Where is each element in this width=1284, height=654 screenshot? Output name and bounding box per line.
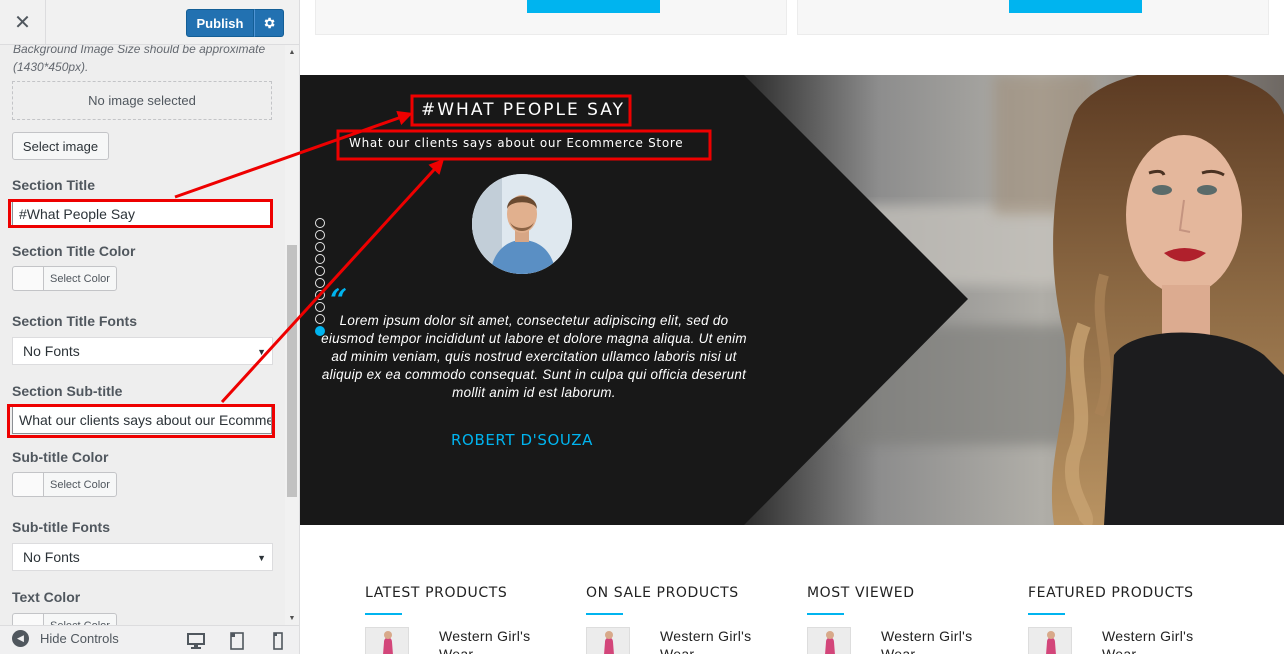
heading-underline [807, 613, 844, 615]
slider-dot[interactable] [315, 230, 325, 240]
section-title-color-label: Section Title Color [12, 243, 136, 259]
heading-underline [586, 613, 623, 615]
list-item[interactable]: Western Girl's Wear [365, 627, 565, 654]
product-name[interactable]: Western Girl's Wear [439, 627, 559, 654]
subtitle-fonts-select[interactable]: No Fonts ▼ [12, 543, 273, 571]
mobile-icon[interactable] [269, 631, 287, 651]
section-title-fonts-label: Section Title Fonts [12, 313, 137, 329]
top-card [797, 0, 1269, 35]
heading-underline [365, 613, 402, 615]
text-color-button[interactable]: Select Color [12, 613, 117, 625]
product-thumbnail[interactable] [586, 627, 630, 654]
gear-icon [264, 17, 275, 29]
slider-dot[interactable] [315, 302, 325, 312]
sidebar-scrollbar[interactable]: ▲ ▼ [285, 45, 299, 625]
sidebar-footer: ◀ Hide Controls [0, 625, 299, 654]
product-column-heading: MOST VIEWED [807, 585, 915, 601]
selected-font: No Fonts [23, 549, 80, 565]
color-swatch [13, 473, 44, 496]
product-thumbnail[interactable] [1028, 627, 1072, 654]
tablet-icon[interactable] [228, 631, 246, 651]
customizer-sidebar: ✕ Publish Background Image Size should b… [0, 0, 300, 654]
product-column-on-sale: ON SALE PRODUCTS Western Girl's Wear [586, 585, 786, 654]
desktop-icon[interactable] [187, 631, 205, 651]
product-name[interactable]: Western Girl's Wear [660, 627, 780, 654]
testimonial-subtitle: What our clients says about our Ecommerc… [349, 136, 684, 150]
color-swatch [13, 614, 44, 625]
publish-button[interactable]: Publish [186, 9, 254, 37]
testimonial-section: #WHAT PEOPLE SAY What our clients says a… [300, 75, 1284, 525]
subtitle-color-button[interactable]: Select Color [12, 472, 117, 497]
image-placeholder: No image selected [12, 81, 272, 120]
text-color-label: Text Color [12, 589, 81, 605]
scroll-up-arrow-icon[interactable]: ▲ [285, 45, 299, 59]
color-swatch [13, 267, 44, 290]
product-column-heading: LATEST PRODUCTS [365, 585, 508, 601]
chevron-down-icon: ▼ [257, 553, 266, 563]
subtitle-color-label: Sub-title Color [12, 449, 109, 465]
select-image-button[interactable]: Select image [12, 132, 109, 160]
close-icon: ✕ [14, 12, 31, 34]
arrow-left-icon: ◀ [12, 630, 29, 647]
section-title-highlight [8, 199, 273, 228]
section-title-label: Section Title [12, 177, 95, 193]
slider-dot[interactable] [315, 278, 325, 288]
background-image-note: Background Image Size should be approxim… [13, 45, 266, 74]
heading-underline [1028, 613, 1065, 615]
section-title-color-button[interactable]: Select Color [12, 266, 117, 291]
publish-settings-button[interactable] [254, 9, 284, 37]
scroll-down-arrow-icon[interactable]: ▼ [285, 611, 299, 625]
avatar-image [472, 174, 572, 274]
select-color-label: Select Color [50, 272, 110, 285]
selected-font: No Fonts [23, 343, 80, 359]
slider-dot[interactable] [315, 290, 325, 300]
subtitle-fonts-label: Sub-title Fonts [12, 519, 110, 535]
chevron-down-icon: ▼ [257, 347, 266, 357]
section-title-fonts-select[interactable]: No Fonts ▼ [12, 337, 273, 365]
section-subtitle-highlight [7, 404, 275, 438]
product-column-most-viewed: MOST VIEWED Western Girl's Wear [807, 585, 1007, 654]
hide-controls-label: Hide Controls [40, 631, 119, 646]
section-subtitle-label: Section Sub-title [12, 383, 123, 399]
card-button[interactable] [527, 0, 660, 13]
product-name[interactable]: Western Girl's Wear [881, 627, 1001, 654]
slider-dot[interactable] [315, 266, 325, 276]
slider-dot[interactable] [315, 254, 325, 264]
select-color-label: Select Color [50, 478, 110, 491]
sidebar-header: ✕ Publish [0, 0, 299, 45]
scrollbar-thumb[interactable] [287, 245, 297, 497]
product-thumbnail[interactable] [807, 627, 851, 654]
product-column-heading: ON SALE PRODUCTS [586, 585, 739, 601]
no-image-label: No image selected [88, 93, 196, 108]
testimonial-author: ROBERT D'SOUZA [451, 431, 593, 449]
slider-dot[interactable] [315, 218, 325, 228]
select-color-label: Select Color [44, 614, 116, 626]
avatar [472, 174, 572, 274]
list-item[interactable]: Western Girl's Wear [1028, 627, 1228, 654]
testimonial-title: #WHAT PEOPLE SAY [421, 100, 625, 120]
product-column-heading: FEATURED PRODUCTS [1028, 585, 1194, 601]
slider-dot[interactable] [315, 242, 325, 252]
list-item[interactable]: Western Girl's Wear [586, 627, 786, 654]
customizer-window: ✕ Publish Background Image Size should b… [0, 0, 1284, 654]
top-card [315, 0, 787, 35]
product-name[interactable]: Western Girl's Wear [1102, 627, 1222, 654]
close-button[interactable]: ✕ [0, 0, 46, 45]
product-thumbnail[interactable] [365, 627, 409, 654]
testimonial-quote: Lorem ipsum dolor sit amet, consectetur … [321, 313, 747, 400]
hide-controls-button[interactable]: ◀ Hide Controls [12, 630, 119, 647]
site-preview: #WHAT PEOPLE SAY What our clients says a… [300, 0, 1284, 654]
list-item[interactable]: Western Girl's Wear [807, 627, 1007, 654]
product-column-featured: FEATURED PRODUCTS Western Girl's Wear [1028, 585, 1228, 654]
card-button[interactable] [1009, 0, 1142, 13]
product-column-latest: LATEST PRODUCTS Western Girl's Wear [365, 585, 565, 654]
sidebar-controls: Background Image Size should be approxim… [0, 45, 285, 625]
